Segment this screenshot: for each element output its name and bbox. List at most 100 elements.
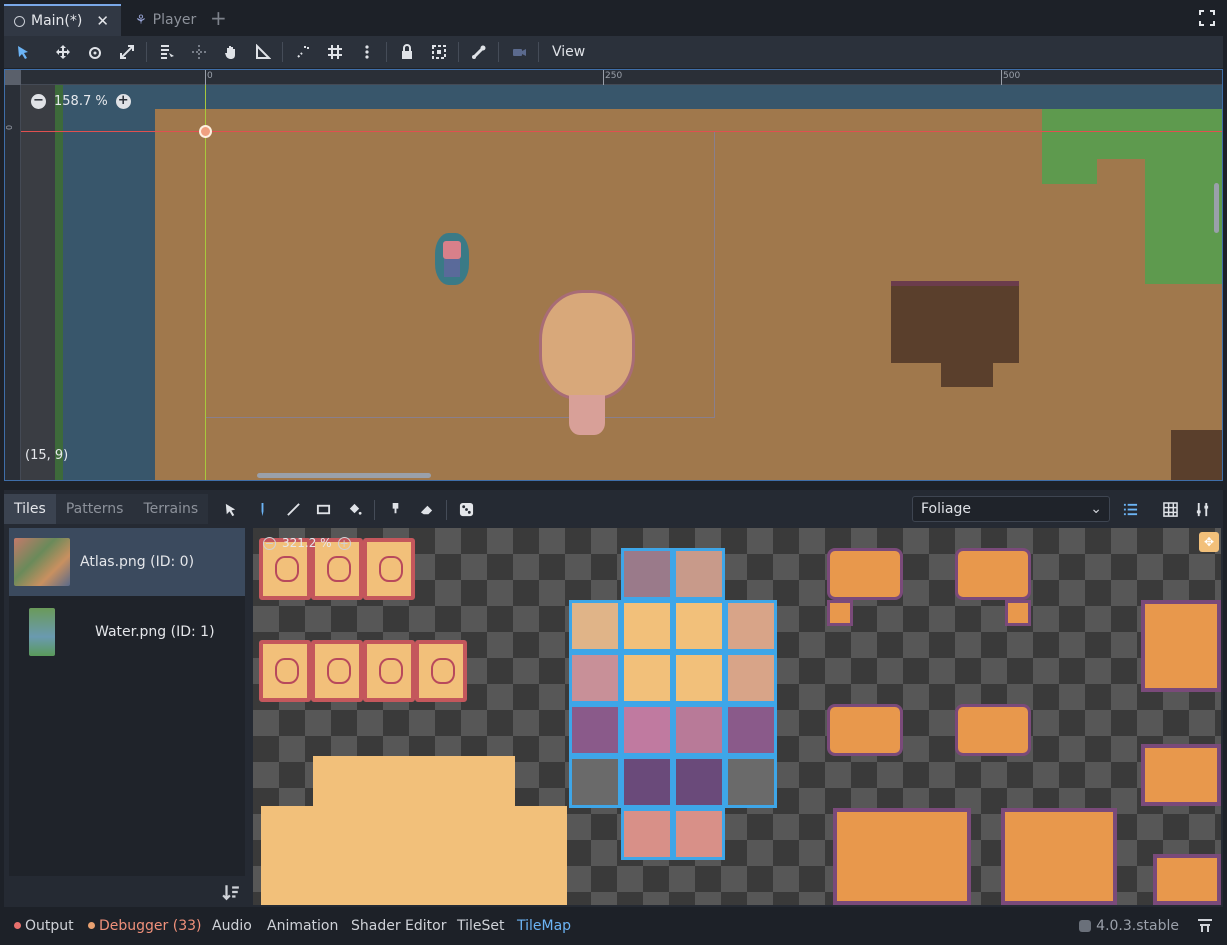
ruler-tool-button[interactable] [250,40,276,64]
atlas-tile[interactable] [415,640,467,702]
view-menu-button[interactable]: View [544,40,593,64]
atlas-tile[interactable] [827,704,903,756]
pan-tool-button[interactable] [218,40,244,64]
paint-button[interactable] [250,498,274,520]
selected-tile[interactable] [673,652,725,704]
group-button[interactable] [426,40,452,64]
selected-tile[interactable] [569,652,621,704]
atlas-tile[interactable] [955,548,1031,600]
move-icon[interactable]: ✥ [1199,532,1219,552]
select-tool-button[interactable] [10,40,36,64]
rect-button[interactable] [311,498,335,520]
selected-tile[interactable] [725,704,777,756]
selected-tile[interactable] [725,652,777,704]
zoom-out-icon[interactable]: − [31,94,46,109]
selected-tile[interactable] [621,652,673,704]
selected-tile[interactable] [673,704,725,756]
highlight-layer-button[interactable] [1118,498,1142,520]
tools-button[interactable] [1190,498,1214,520]
player-sprite[interactable] [435,233,469,285]
vertical-scrollbar[interactable] [1214,183,1219,233]
selected-tile[interactable] [621,600,673,652]
selected-tile[interactable] [673,756,725,808]
tilemap-tab[interactable]: TileMap [517,915,571,937]
tile-select-button[interactable] [218,498,242,520]
lock-button[interactable] [394,40,420,64]
tab-main[interactable]: Main(*) ✕ [4,4,121,36]
atlas-tile[interactable] [261,806,567,905]
atlas-tile[interactable] [827,600,853,626]
eraser-button[interactable] [414,498,438,520]
bucket-button[interactable] [342,498,366,520]
add-tab-icon[interactable]: + [210,6,227,30]
list-select-button[interactable] [154,40,180,64]
ruler-mark: 0 [207,71,213,81]
tileset-tab[interactable]: TileSet [457,915,505,937]
toggle-grid-button[interactable] [1158,498,1182,520]
atlas-tile[interactable] [313,756,515,812]
selected-tile[interactable] [725,600,777,652]
selected-tile[interactable] [673,548,725,600]
zoom-in-icon[interactable]: + [337,536,351,550]
atlas-tile[interactable] [363,538,415,600]
selected-tile[interactable] [621,808,673,860]
atlas-tile[interactable] [259,640,311,702]
dock-toggle-icon[interactable] [1197,918,1213,934]
grid-snap-button[interactable] [322,40,348,64]
selected-tile[interactable] [673,808,725,860]
atlas-tile[interactable] [1141,744,1221,806]
debugger-tab[interactable]: Debugger (33) [88,915,201,937]
atlas-tile[interactable] [827,548,903,600]
atlas-tile[interactable] [955,704,1031,756]
canvas-viewport[interactable]: 0 250 500 0 − 158.7 % + (15, 9) [4,69,1223,481]
rotate-tool-button[interactable] [82,40,108,64]
selected-tile[interactable] [673,600,725,652]
scale-tool-button[interactable] [114,40,140,64]
animation-tab[interactable]: Animation [267,915,338,937]
atlas-tile[interactable] [363,640,415,702]
atlas-tile[interactable] [1153,854,1221,905]
tab-tiles[interactable]: Tiles [4,494,56,524]
snap-options-button[interactable] [354,40,380,64]
tab-patterns[interactable]: Patterns [55,494,134,524]
random-tile-button[interactable] [454,498,478,520]
atlas-tile[interactable] [1005,600,1031,626]
line-button[interactable] [281,498,305,520]
tab-terrains[interactable]: Terrains [133,494,209,524]
camera-override-button[interactable] [506,40,532,64]
selected-tile[interactable] [621,756,673,808]
atlas-zoom-level[interactable]: 321.2 % [282,536,332,550]
atlas-tile[interactable] [833,808,971,905]
zoom-out-icon[interactable]: − [263,536,276,550]
selected-tile[interactable] [621,704,673,756]
fullscreen-icon[interactable] [1199,10,1215,26]
selected-tile[interactable] [569,600,621,652]
water-thumbnail [29,608,55,656]
layer-select[interactable]: Foliage ⌄ [912,496,1110,522]
selected-tile[interactable] [725,756,777,808]
zoom-in-icon[interactable]: + [115,94,131,109]
pivot-button[interactable] [186,40,212,64]
shader-editor-tab[interactable]: Shader Editor [351,915,446,937]
atlas-tile[interactable] [1141,600,1221,692]
picker-button[interactable] [383,498,407,520]
atlas-view[interactable]: − 321.2 % + ✥ [253,528,1221,905]
atlas-tile[interactable] [311,640,363,702]
horizontal-scrollbar[interactable] [257,473,431,478]
sort-icon[interactable] [222,883,240,901]
selected-tile[interactable] [569,756,621,808]
zoom-level[interactable]: 158.7 % [54,94,108,109]
selected-tile[interactable] [569,704,621,756]
smart-snap-button[interactable] [290,40,316,64]
tab-player[interactable]: ⚘ Player [125,4,206,36]
move-tool-button[interactable] [50,40,76,64]
selected-tile[interactable] [621,548,673,600]
output-tab[interactable]: Output [14,915,74,937]
atlas-tile[interactable] [1001,808,1117,905]
scene-canvas[interactable] [21,85,1222,480]
audio-tab[interactable]: Audio [212,915,252,937]
source-atlas[interactable]: Atlas.png (ID: 0) [9,528,245,596]
bone-button[interactable] [466,40,492,64]
close-icon[interactable]: ✕ [96,12,109,30]
source-water[interactable]: Water.png (ID: 1) [9,598,245,666]
